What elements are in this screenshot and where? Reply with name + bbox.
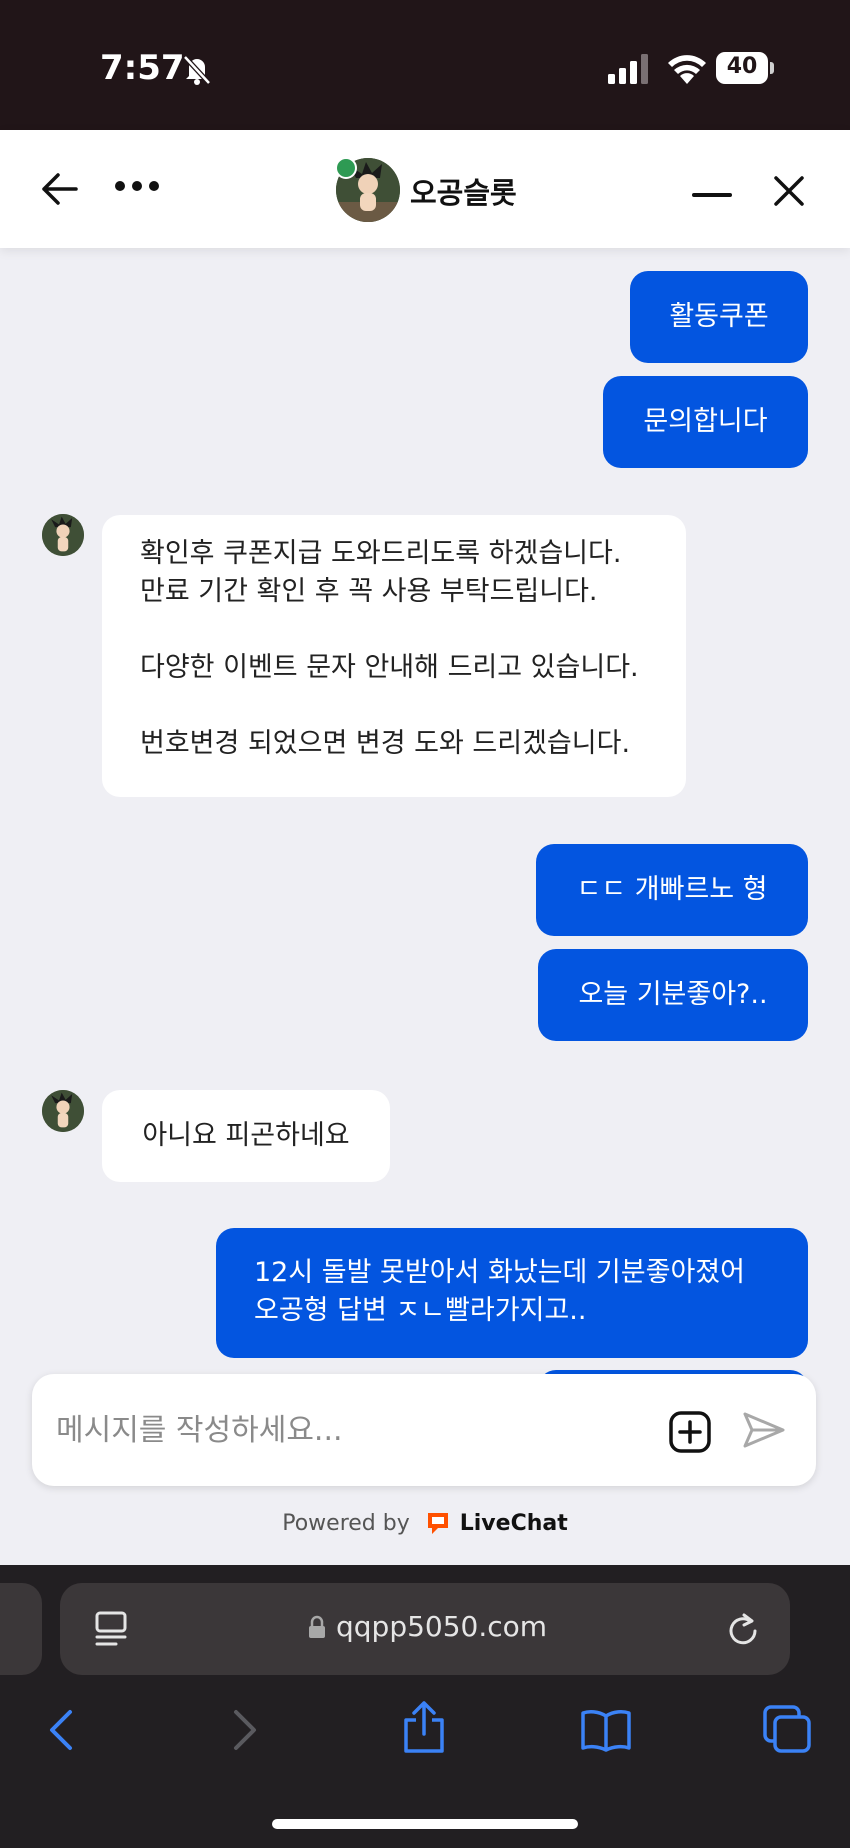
agent-message-avatar [42,514,84,556]
message-bubble-user: 활동쿠폰 [630,271,808,363]
message-text: ㄷㄷ 개빠르노 형 [576,874,768,905]
nav-back-icon[interactable] [46,1708,74,1752]
send-icon[interactable] [742,1410,786,1450]
close-icon[interactable] [772,174,806,208]
message-bubble-user: 문의합니다 [603,376,808,468]
bookmarks-icon[interactable] [580,1708,632,1752]
online-status-dot [335,157,357,179]
powered-by-prefix: Powered by [282,1511,410,1536]
message-bubble-agent: 확인후 쿠폰지급 도와드리도록 하겠습니다. 만료 기간 확인 후 꼭 사용 부… [102,515,686,797]
signal-icon [608,54,648,84]
status-time: 7:57 [100,48,185,88]
more-dots-icon[interactable] [114,180,160,192]
message-line: 오공형 답변 ㅈㄴ빨라가지고.. [254,1295,587,1326]
message-bubble-user: 12시 돌발 못받아서 화났는데 기분좋아졌어 오공형 답변 ㅈㄴ빨라가지고.. [216,1228,808,1358]
message-line: 번호변경 되었으면 변경 도와 드리겠습니다. [140,728,631,759]
livechat-brand[interactable]: LiveChat [460,1511,568,1536]
minimize-icon[interactable] [692,190,732,200]
chat-title: 오공슬롯 [410,176,517,210]
message-bubble-user: ㄷㄷ 개빠르노 형 [536,844,808,936]
wifi-icon [668,55,706,84]
message-line: 만료 기간 확인 후 꼭 사용 부탁드립니다. [140,576,598,607]
powered-by: Powered by LiveChat [0,1510,850,1536]
message-composer [32,1374,816,1486]
message-line: 12시 돌발 못받아서 화났는데 기분좋아졌어 [254,1257,745,1288]
message-text: 아니요 피곤하네요 [142,1120,350,1151]
back-arrow-icon[interactable] [40,172,80,206]
url-text[interactable]: qqpp5050.com [336,1610,547,1643]
home-indicator[interactable] [272,1819,578,1829]
message-text: 오늘 기분좋아?.. [578,979,768,1010]
lock-icon [309,1615,325,1638]
share-icon[interactable] [402,1700,446,1754]
battery-level: 40 [726,54,758,79]
battery-icon: 40 [716,52,774,84]
attach-plus-icon[interactable] [668,1410,712,1454]
message-text: 문의합니다 [643,406,768,437]
agent-message-avatar [42,1090,84,1132]
message-line: 다양한 이벤트 문자 안내해 드리고 있습니다. [140,652,639,683]
message-input[interactable] [54,1404,658,1456]
reader-icon[interactable] [94,1611,128,1647]
previous-tab-peek[interactable] [0,1583,42,1675]
nav-forward-icon[interactable] [232,1708,260,1752]
bell-muted-icon [183,55,211,85]
reload-icon[interactable] [726,1611,760,1647]
message-line [140,687,686,725]
message-line: 확인후 쿠폰지급 도와드리도록 하겠습니다. [140,538,622,569]
chat-header: 오공슬롯 [0,130,850,248]
message-bubble-user: 오늘 기분좋아?.. [538,949,808,1041]
message-text: 활동쿠폰 [669,301,769,332]
livechat-logo-icon [427,1513,448,1534]
tabs-icon[interactable] [762,1704,812,1754]
message-bubble-agent: 아니요 피곤하네요 [102,1090,390,1182]
message-line [140,611,686,649]
